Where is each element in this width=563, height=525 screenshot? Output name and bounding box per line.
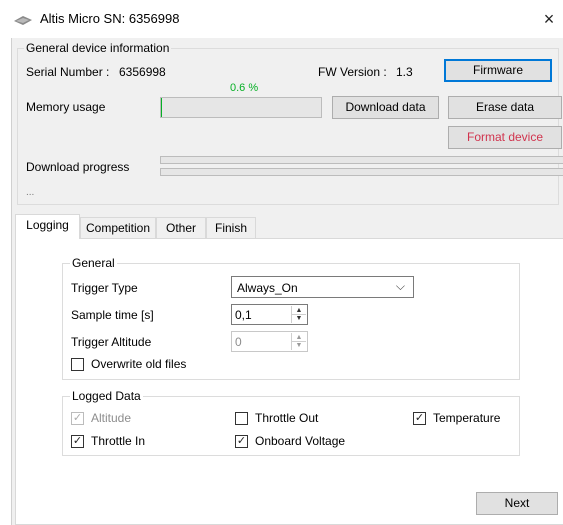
memory-usage-fill bbox=[161, 98, 162, 117]
tab-finish[interactable]: Finish bbox=[206, 217, 256, 239]
checkbox-box[interactable]: ✓ bbox=[235, 435, 248, 448]
stepper-buttons: ▲ ▼ bbox=[291, 306, 306, 323]
trigger-type-label: Trigger Type bbox=[71, 281, 138, 295]
sample-time-stepper[interactable]: 0,1 ▲ ▼ bbox=[231, 304, 308, 325]
firmware-button[interactable]: Firmware bbox=[444, 59, 552, 82]
download-progress-bar-1 bbox=[160, 156, 563, 164]
memory-percent-text: 0.6 % bbox=[230, 82, 259, 94]
chevron-down-icon: ⌵ bbox=[395, 279, 405, 293]
status-text: ... bbox=[26, 187, 35, 198]
memory-usage-label: Memory usage bbox=[26, 100, 106, 114]
download-progress-label: Download progress bbox=[26, 160, 130, 174]
tab-other[interactable]: Other bbox=[156, 217, 206, 239]
download-progress-bar-2 bbox=[160, 168, 563, 176]
title-bar: Altis Micro SN: 6356998 × bbox=[0, 0, 563, 38]
device-info-legend: General device information bbox=[24, 41, 172, 55]
onboard-voltage-label: Onboard Voltage bbox=[255, 434, 346, 448]
next-button[interactable]: Next bbox=[476, 492, 558, 515]
tab-competition[interactable]: Competition bbox=[80, 217, 156, 239]
checkbox-box[interactable] bbox=[71, 358, 84, 371]
spin-down-icon[interactable]: ▼ bbox=[292, 314, 306, 323]
throttle-in-label: Throttle In bbox=[91, 434, 146, 448]
client-area: General device information Serial Number… bbox=[11, 38, 563, 525]
trigger-altitude-value: 0 bbox=[235, 335, 242, 349]
altitude-label: Altitude bbox=[91, 411, 132, 425]
memory-usage-bar bbox=[160, 97, 322, 118]
logged-data-legend: Logged Data bbox=[70, 389, 143, 403]
throttle-out-label: Throttle Out bbox=[255, 411, 319, 425]
tab-logging[interactable]: Logging bbox=[15, 214, 80, 239]
fw-version-value: 1.3 bbox=[396, 65, 413, 79]
close-icon[interactable]: × bbox=[538, 7, 560, 31]
trigger-type-select[interactable]: Always_On ⌵ bbox=[231, 276, 414, 298]
checkbox-box[interactable]: ✓ bbox=[71, 435, 84, 448]
trigger-altitude-stepper[interactable]: 0 ▲ ▼ bbox=[231, 331, 308, 352]
serial-number-value: 6356998 bbox=[119, 65, 166, 79]
serial-number-label: Serial Number : bbox=[26, 65, 110, 79]
sample-time-value: 0,1 bbox=[235, 308, 252, 322]
stepper-buttons: ▲ ▼ bbox=[291, 333, 306, 350]
checkbox-box[interactable]: ✓ bbox=[71, 412, 84, 425]
temperature-label: Temperature bbox=[433, 411, 501, 425]
fw-version-label: FW Version : bbox=[318, 65, 387, 79]
download-data-button[interactable]: Download data bbox=[332, 96, 439, 119]
trigger-type-value: Always_On bbox=[237, 281, 298, 295]
erase-data-button[interactable]: Erase data bbox=[448, 96, 562, 119]
checkbox-box[interactable]: ✓ bbox=[413, 412, 426, 425]
app-logo-icon bbox=[14, 16, 32, 25]
overwrite-old-files-label: Overwrite old files bbox=[91, 357, 187, 371]
general-legend: General bbox=[70, 256, 117, 270]
trigger-altitude-label: Trigger Altitude bbox=[71, 335, 152, 349]
format-device-button[interactable]: Format device bbox=[448, 126, 562, 149]
checkbox-box[interactable] bbox=[235, 412, 248, 425]
window-title: Altis Micro SN: 6356998 bbox=[40, 11, 180, 26]
spin-down-icon[interactable]: ▼ bbox=[292, 341, 306, 350]
sample-time-label: Sample time [s] bbox=[71, 308, 154, 322]
